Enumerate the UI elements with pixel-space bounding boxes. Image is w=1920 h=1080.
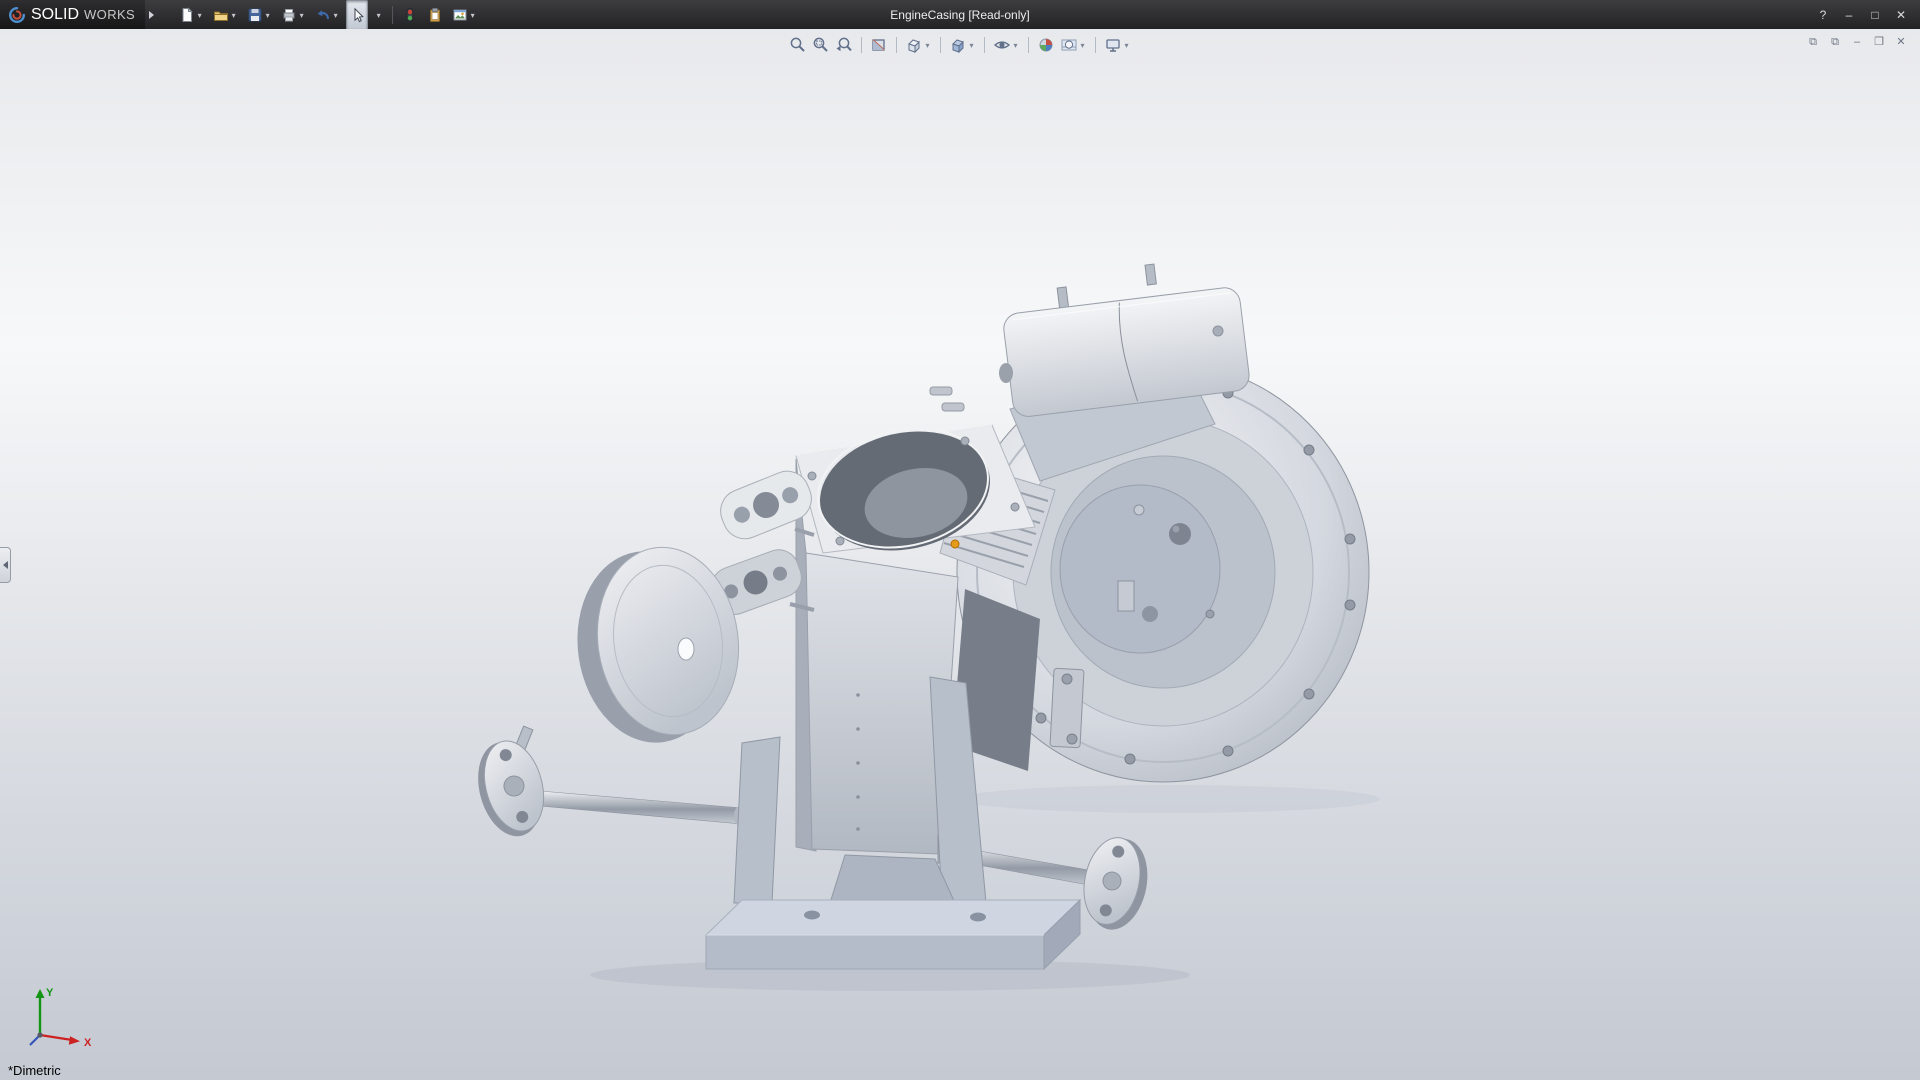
save-icon bbox=[247, 7, 263, 23]
dropdown-caret-icon[interactable] bbox=[374, 6, 383, 24]
solidworks-logo-icon bbox=[8, 6, 26, 24]
print-button[interactable] bbox=[278, 0, 309, 30]
zoom-to-fit-button[interactable] bbox=[788, 34, 808, 56]
dropdown-caret-icon[interactable] bbox=[1078, 36, 1087, 54]
zoom-to-fit-icon bbox=[789, 36, 807, 54]
window-controls: ? – □ ✕ bbox=[1810, 5, 1920, 25]
dropdown-caret-icon[interactable] bbox=[195, 6, 204, 24]
dropdown-caret-icon[interactable] bbox=[331, 6, 340, 24]
select-button[interactable] bbox=[346, 0, 368, 30]
new-document-button[interactable] bbox=[176, 0, 207, 30]
y-axis-arrow-icon bbox=[36, 989, 45, 998]
dropdown-caret-icon[interactable] bbox=[923, 36, 932, 54]
dropdown-caret-icon[interactable] bbox=[297, 6, 306, 24]
doc-restore-button[interactable]: ❐ bbox=[1870, 34, 1888, 50]
brand-solid: SOLID bbox=[31, 6, 79, 24]
select-cursor-icon bbox=[349, 7, 365, 23]
print-icon bbox=[281, 7, 297, 23]
view-orientation-button[interactable] bbox=[904, 34, 933, 56]
open-button[interactable] bbox=[210, 0, 241, 30]
previous-view-icon bbox=[835, 36, 853, 54]
pane-left-button[interactable]: ⧉ bbox=[1804, 34, 1822, 50]
view-settings-button[interactable] bbox=[1103, 34, 1132, 56]
headsup-separator bbox=[861, 37, 862, 53]
undo-button[interactable] bbox=[312, 0, 343, 30]
pane-right-button[interactable]: ⧉ bbox=[1826, 34, 1844, 50]
appearance-ball-icon bbox=[1037, 36, 1055, 54]
dropdown-caret-icon[interactable] bbox=[1011, 36, 1020, 54]
brand-works: WORKS bbox=[84, 7, 135, 22]
headsup-toolbar bbox=[788, 34, 1132, 56]
new-document-icon bbox=[179, 7, 195, 23]
doc-close-button[interactable]: ✕ bbox=[1892, 34, 1910, 50]
headsup-separator bbox=[1095, 37, 1096, 53]
collapse-arrow-icon bbox=[3, 561, 8, 569]
dropdown-caret-icon[interactable] bbox=[468, 6, 477, 24]
clipboard-icon bbox=[427, 7, 443, 23]
intake-flange-upper[interactable] bbox=[714, 465, 818, 546]
viewport[interactable]: ⧉ ⧉ – ❐ ✕ Y X *Dimetric bbox=[0, 29, 1920, 1080]
apply-scene-button[interactable] bbox=[1059, 34, 1088, 56]
orientation-label: *Dimetric bbox=[8, 1063, 61, 1078]
rebuild-button[interactable] bbox=[399, 0, 421, 30]
display-style-button[interactable] bbox=[948, 34, 977, 56]
image-options-icon bbox=[452, 7, 468, 23]
display-style-icon bbox=[949, 36, 967, 54]
document-window-controls: ⧉ ⧉ – ❐ ✕ bbox=[1804, 34, 1910, 50]
left-shaft-assembly[interactable] bbox=[468, 726, 746, 843]
headsup-separator bbox=[940, 37, 941, 53]
undo-icon bbox=[315, 7, 331, 23]
view-orientation-cube-icon bbox=[905, 36, 923, 54]
dropdown-caret-icon[interactable] bbox=[263, 6, 272, 24]
base-plate[interactable] bbox=[706, 900, 1080, 969]
section-view-button[interactable] bbox=[869, 34, 889, 56]
headsup-separator bbox=[1028, 37, 1029, 53]
zoom-to-area-button[interactable] bbox=[811, 34, 831, 56]
copy-settings-button[interactable] bbox=[424, 0, 446, 30]
x-axis-label: X bbox=[84, 1037, 92, 1049]
close-button[interactable]: ✕ bbox=[1888, 5, 1914, 25]
main-toolbar bbox=[176, 0, 480, 30]
save-button[interactable] bbox=[244, 0, 275, 30]
solidworks-window: SOLID WORKS bbox=[0, 0, 1920, 1080]
rebuild-traffic-light-icon bbox=[402, 7, 418, 23]
section-view-icon bbox=[870, 36, 888, 54]
x-axis-arrow-icon bbox=[69, 1036, 80, 1045]
doc-minimize-button[interactable]: – bbox=[1848, 34, 1866, 50]
minimize-button[interactable]: – bbox=[1836, 5, 1862, 25]
dropdown-caret-icon[interactable] bbox=[1122, 36, 1131, 54]
headsup-separator bbox=[984, 37, 985, 53]
headsup-separator bbox=[896, 37, 897, 53]
help-button[interactable]: ? bbox=[1810, 5, 1836, 25]
hide-show-items-button[interactable] bbox=[992, 34, 1021, 56]
toolbar-overflow-icon[interactable] bbox=[149, 11, 154, 19]
document-title: EngineCasing [Read-only] bbox=[890, 8, 1029, 22]
engine-casing-3d-model[interactable] bbox=[0, 29, 1920, 1080]
eye-icon bbox=[993, 36, 1011, 54]
view-settings-monitor-icon bbox=[1104, 36, 1122, 54]
apply-scene-icon bbox=[1060, 36, 1078, 54]
toolbar-separator bbox=[392, 6, 393, 24]
titlebar: SOLID WORKS bbox=[0, 0, 1920, 29]
dropdown-caret-icon[interactable] bbox=[967, 36, 976, 54]
select-dropdown-button[interactable] bbox=[371, 0, 386, 30]
y-axis-label: Y bbox=[46, 987, 54, 999]
previous-view-button[interactable] bbox=[834, 34, 854, 56]
zoom-to-area-icon bbox=[812, 36, 830, 54]
selection-point bbox=[951, 540, 959, 548]
dropdown-caret-icon[interactable] bbox=[229, 6, 238, 24]
edit-appearance-button[interactable] bbox=[1036, 34, 1056, 56]
options-button[interactable] bbox=[449, 0, 480, 30]
feature-manager-splitter-tab[interactable] bbox=[0, 547, 11, 583]
housing-bracket bbox=[1050, 668, 1084, 747]
brand: SOLID WORKS bbox=[0, 0, 145, 29]
maximize-button[interactable]: □ bbox=[1862, 5, 1888, 25]
open-icon bbox=[213, 7, 229, 23]
orientation-triad: Y X bbox=[10, 983, 100, 1060]
